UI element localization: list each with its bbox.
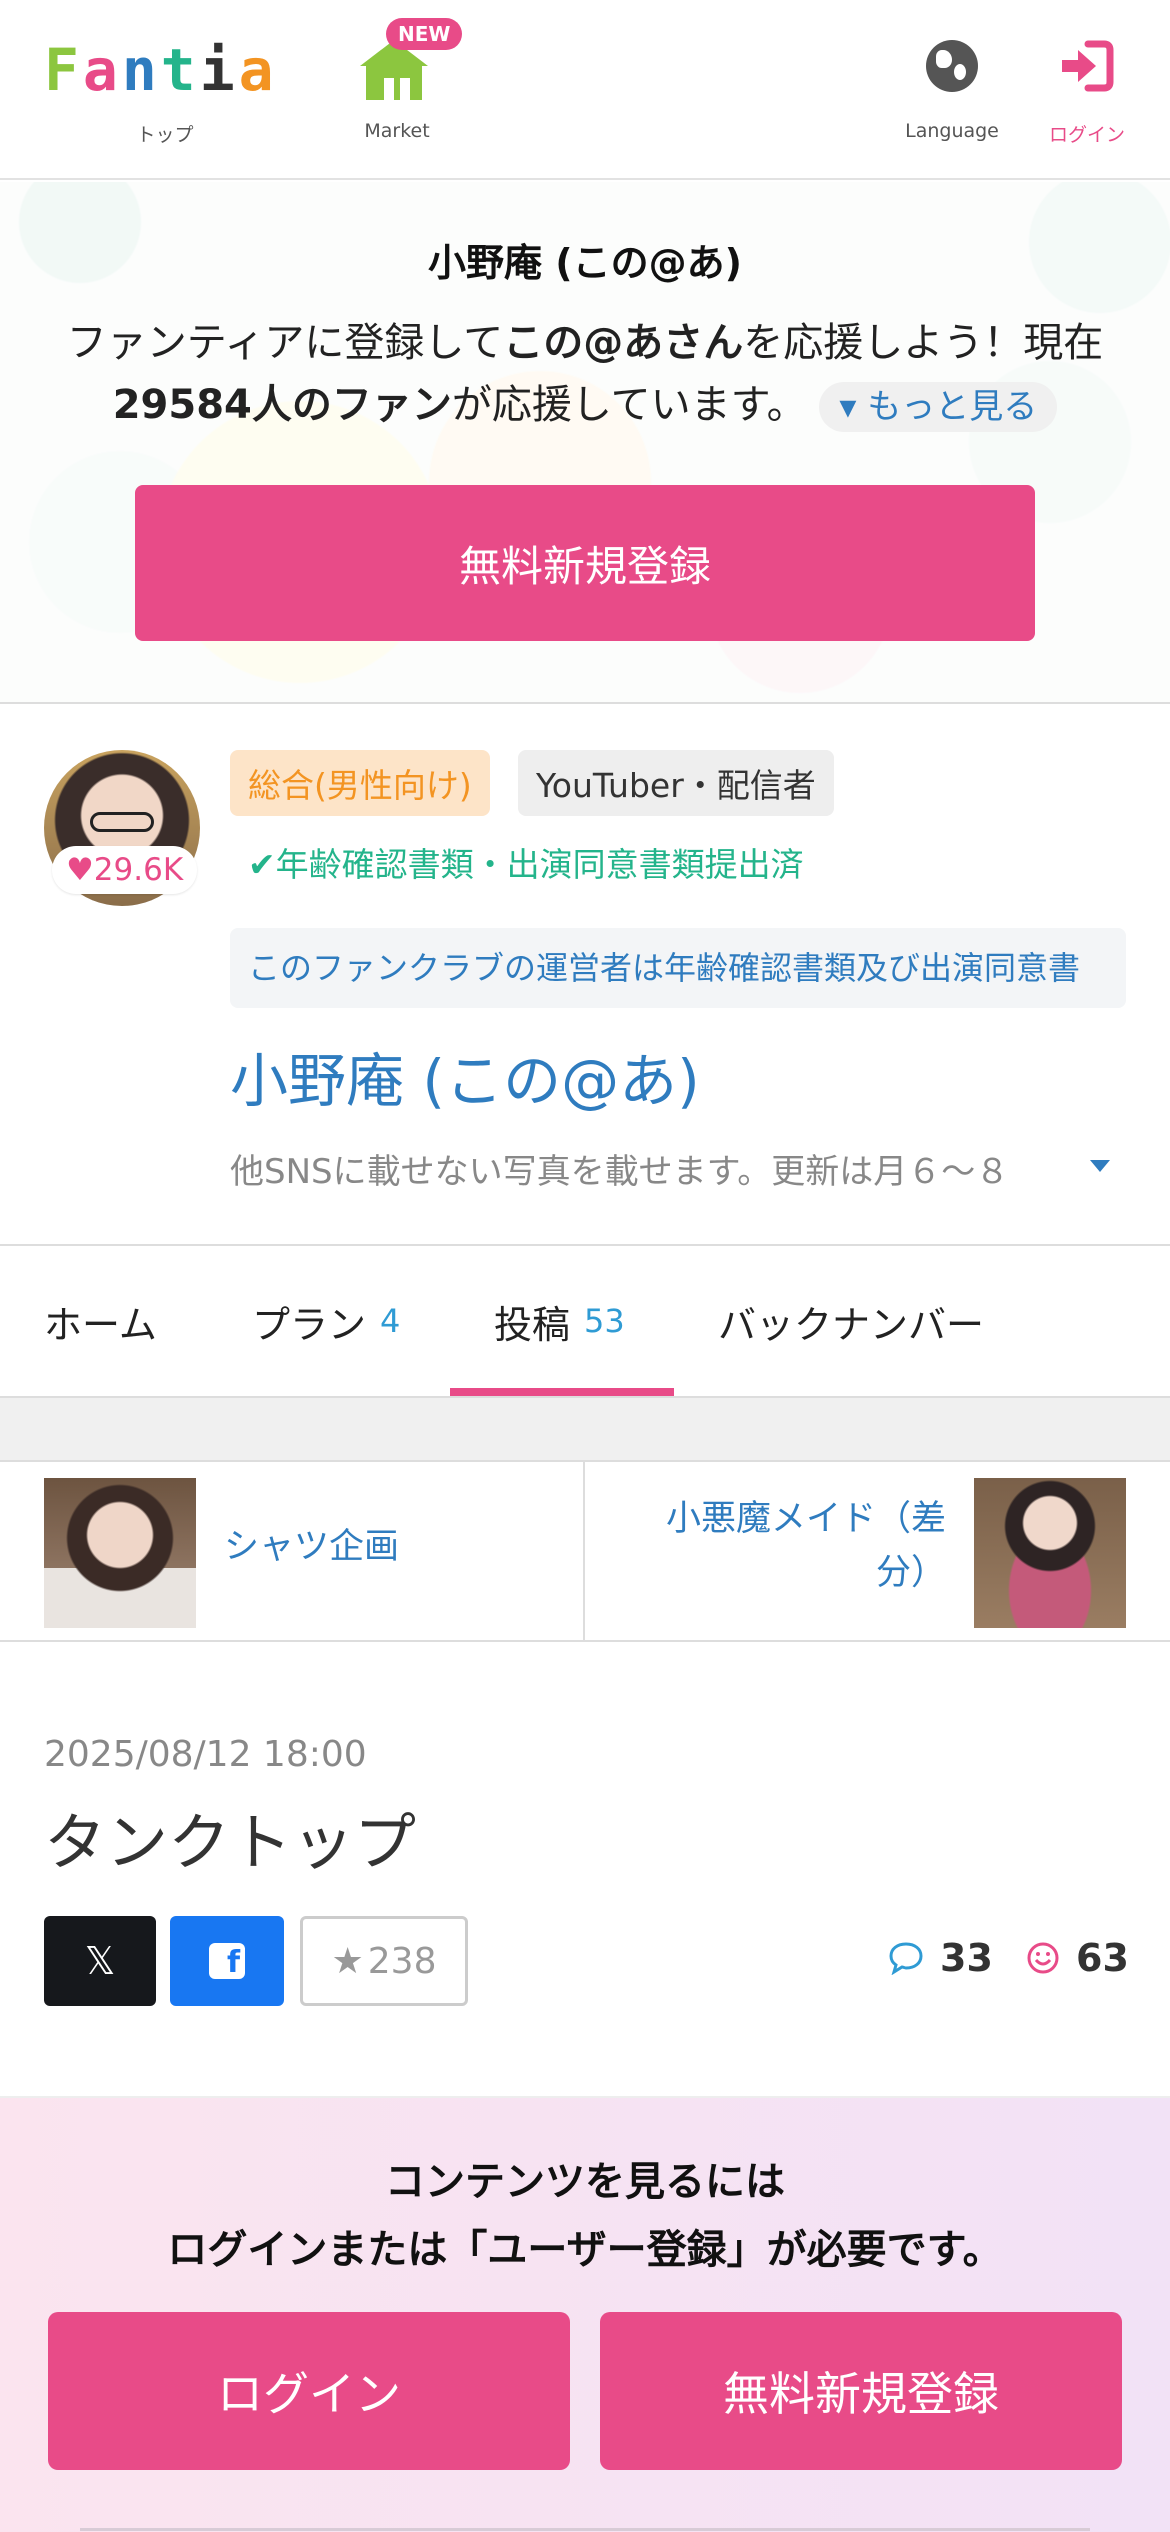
tab-posts[interactable]: 投稿 53 xyxy=(494,1246,625,1396)
next-post-link[interactable]: 小悪魔メイド（差分） xyxy=(640,1492,946,1600)
star-icon: ★ xyxy=(331,1940,364,1982)
nav-top-label[interactable]: トップ xyxy=(120,120,210,147)
post-title: タンクトップ xyxy=(44,1806,417,1879)
tab-backnumber[interactable]: バックナンバー xyxy=(718,1246,984,1396)
verified-status: ✔年齢確認書類・出演同意書類提出済 xyxy=(248,838,804,886)
new-badge: NEW xyxy=(386,18,463,50)
globe-icon[interactable] xyxy=(926,40,978,92)
active-tab-indicator xyxy=(450,1388,674,1396)
category-tag[interactable]: 総合(男性向け) xyxy=(230,750,490,816)
check-icon: ✔ xyxy=(248,845,276,884)
comment-count: 33 xyxy=(940,1936,993,1980)
creator-name[interactable]: 小野庵 (この@あ) xyxy=(230,1034,700,1118)
login-required-panel: コンテンツを見るには ログインまたは「ユーザー登録」が必要です。 ログイン 無料… xyxy=(0,2096,1170,2532)
hero-text-fans: 29584人のファン xyxy=(112,382,452,428)
logo-letter: F xyxy=(44,36,79,104)
register-button[interactable]: 無料新規登録 xyxy=(600,2312,1122,2470)
prev-post-link[interactable]: シャツ企画 xyxy=(224,1518,399,1569)
logo-letter: a xyxy=(238,36,274,104)
reaction-count: 63 xyxy=(1076,1936,1129,1980)
next-post-thumbnail[interactable] xyxy=(974,1478,1126,1628)
register-button-top[interactable]: 無料新規登録 xyxy=(135,485,1035,641)
sign-in-icon[interactable] xyxy=(1058,38,1114,94)
logo-letter: a xyxy=(82,36,118,104)
top-header: Fantia トップ NEW Market Language ログイン xyxy=(0,0,1170,180)
reaction-stat[interactable]: 63 xyxy=(1026,1936,1129,1980)
hero-text-part3: が応援しています。 xyxy=(451,382,807,428)
login-message-line1: コンテンツを見るには xyxy=(385,2159,785,2205)
tab-posts-label: 投稿 xyxy=(494,1302,571,1347)
favorite-button[interactable]: ★ 238 xyxy=(300,1916,468,2006)
login-button[interactable]: ログイン xyxy=(48,2312,570,2470)
caret-down-icon: ▾ xyxy=(839,387,857,427)
section-divider xyxy=(0,1398,1170,1462)
heart-icon: ♥ xyxy=(66,852,94,888)
creator-description: 他SNSに載せない写真を載せます。更新は月６〜８ xyxy=(230,1152,1010,1192)
hero-text-creator: この@あさん xyxy=(503,320,744,366)
post-pager: シャツ企画 小悪魔メイド（差分） xyxy=(0,1462,1170,1642)
fan-count-badge: ♥29.6K xyxy=(52,846,198,894)
tab-plan-count: 4 xyxy=(380,1302,401,1340)
hero-title: 小野庵 (この@あ) xyxy=(428,241,742,285)
more-label: もっと見る xyxy=(867,387,1038,427)
logo-letter: n xyxy=(121,36,157,104)
post-date: 2025/08/12 18:00 xyxy=(44,1734,367,1775)
fan-count: 29.6K xyxy=(93,852,184,888)
share-x-button[interactable]: 𝕏 xyxy=(44,1916,156,2006)
comment-icon xyxy=(889,1942,923,1975)
hero-text: ファンティアに登録してこの@あさんを応援しよう！現在 29584人のファンが応援し… xyxy=(60,312,1110,436)
nav-language-label[interactable]: Language xyxy=(900,120,1004,142)
nav-market-label[interactable]: Market xyxy=(350,120,444,142)
pager-divider xyxy=(583,1462,585,1642)
tab-bar: ホーム プラン 4 投稿 53 バックナンバー xyxy=(0,1246,1170,1398)
hero-text-part1: ファンティアに登録して xyxy=(66,320,504,366)
login-message-line2: ログインまたは「ユーザー登録」が必要です。 xyxy=(167,2227,1003,2273)
notice-banner[interactable]: このファンクラブの運営者は年齢確認書類及び出演同意書 xyxy=(230,928,1126,1008)
type-tag[interactable]: YouTuber・配信者 xyxy=(518,750,834,816)
hero-text-part2: を応援しよう！現在 xyxy=(743,320,1104,366)
tab-plan-label: プラン xyxy=(252,1302,367,1347)
prev-post-thumbnail[interactable] xyxy=(44,1478,196,1628)
verified-text: 年齢確認書類・出演同意書類提出済 xyxy=(275,845,804,884)
tab-backnumber-label: バックナンバー xyxy=(718,1302,985,1347)
fantia-logo[interactable]: Fantia xyxy=(44,36,274,104)
facebook-icon: f xyxy=(209,1943,245,1979)
creator-profile: ♥29.6K 総合(男性向け) YouTuber・配信者 ✔年齢確認書類・出演同… xyxy=(0,702,1170,1246)
tab-home[interactable]: ホーム xyxy=(44,1246,157,1396)
logo-letter: i xyxy=(199,36,235,104)
tab-plan[interactable]: プラン 4 xyxy=(252,1246,400,1396)
nav-login-label[interactable]: ログイン xyxy=(1040,120,1134,147)
expand-caret-icon[interactable] xyxy=(1090,1160,1110,1172)
hero-banner: 小野庵 (この@あ) ファンティアに登録してこの@あさんを応援しよう！現在 295… xyxy=(0,182,1170,702)
login-required-message: コンテンツを見るには ログインまたは「ユーザー登録」が必要です。 xyxy=(0,2148,1170,2284)
tab-posts-count: 53 xyxy=(584,1302,625,1340)
share-facebook-button[interactable]: f xyxy=(170,1916,284,2006)
comment-stat[interactable]: 33 xyxy=(888,1936,993,1980)
tab-home-label: ホーム xyxy=(44,1302,157,1347)
x-icon: 𝕏 xyxy=(84,1939,116,1983)
more-button[interactable]: ▾ もっと見る xyxy=(819,382,1058,432)
panel-bottom-line xyxy=(80,2528,1090,2531)
favorite-count: 238 xyxy=(367,1940,437,1982)
logo-letter: t xyxy=(160,36,196,104)
smile-icon xyxy=(1027,1942,1059,1974)
